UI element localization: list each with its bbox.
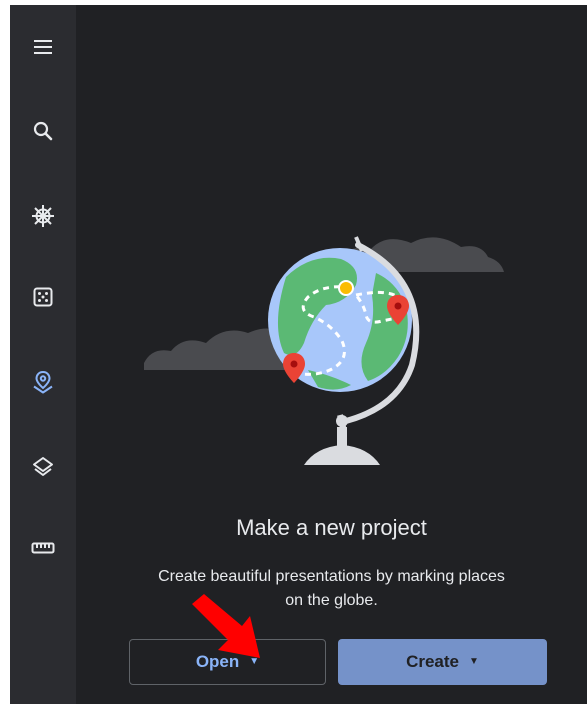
measure-icon — [31, 542, 55, 554]
dice-icon — [33, 287, 53, 307]
description-line-2: on the globe. — [285, 592, 378, 609]
empty-state-title: Make a new project — [236, 515, 427, 540]
projects-button[interactable] — [21, 360, 65, 404]
measure-button[interactable] — [21, 526, 65, 570]
app-window: Make a new project Create beautiful pres… — [10, 5, 587, 704]
navigation-rail — [10, 5, 76, 704]
voyager-icon — [32, 205, 54, 227]
red-arrow-annotation — [192, 594, 260, 658]
projects-panel: Make a new project Create beautiful pres… — [76, 5, 587, 704]
globe-illustration — [144, 236, 504, 465]
create-button-label: Create — [406, 652, 459, 671]
chevron-down-icon: ▼ — [469, 656, 479, 667]
menu-button[interactable] — [21, 25, 65, 69]
layers-icon — [33, 457, 53, 476]
voyager-button[interactable] — [21, 194, 65, 238]
menu-icon — [34, 40, 52, 54]
empty-state-description: Create beautiful presentations by markin… — [116, 565, 547, 613]
search-button[interactable] — [21, 109, 65, 153]
create-button[interactable]: Create ▼ — [338, 639, 547, 685]
description-line-1: Create beautiful presentations by markin… — [158, 568, 505, 585]
layers-button[interactable] — [21, 445, 65, 489]
feeling-lucky-button[interactable] — [21, 275, 65, 319]
search-icon — [33, 121, 53, 141]
projects-icon — [33, 370, 53, 394]
